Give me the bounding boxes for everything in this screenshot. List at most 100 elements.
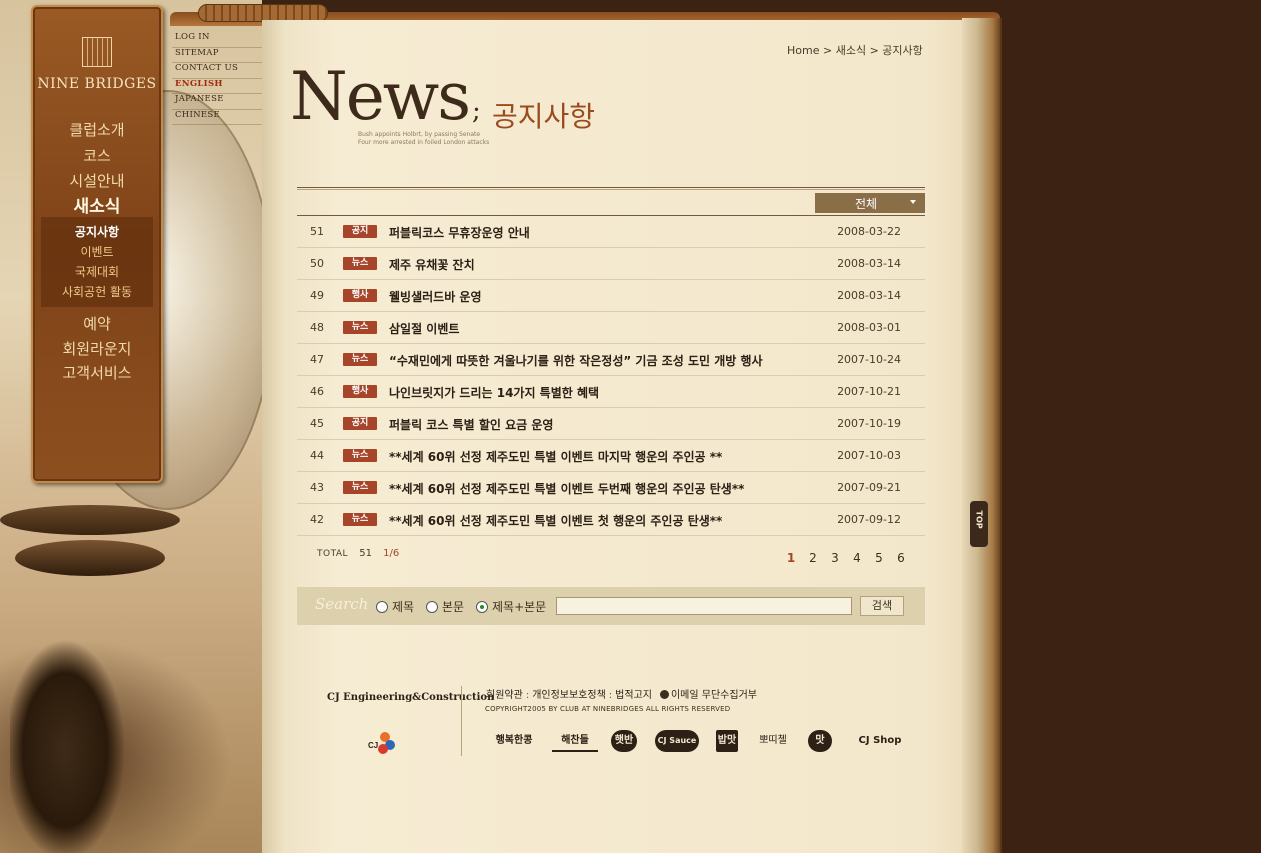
radio-label: 제목+본문 (492, 600, 547, 614)
breadcrumb-separator: > (869, 44, 879, 57)
radio-label: 본문 (442, 600, 465, 614)
sitemap-link[interactable]: SITEMAP (172, 48, 262, 63)
news-row[interactable]: 47 뉴스 “수재민에게 따뜻한 겨울나기를 위한 작은정성” 기금 조성 도민 개… (297, 344, 925, 376)
news-row[interactable]: 50 뉴스 제주 유채꽃 잔치 2008-03-14 (297, 248, 925, 280)
scroll-top-button[interactable]: TOP (970, 501, 988, 547)
terms-link[interactable]: 회원약관 (486, 690, 523, 701)
news-title-link[interactable]: 퍼블릭 코스 특별 할인 요금 운영 (389, 416, 553, 433)
company-logo: CJ Engineering&Construction (327, 692, 495, 703)
news-title-link[interactable]: **세계 60위 선정 제주도민 특별 이벤트 첫 행운의 주인공 탄생** (389, 512, 722, 529)
news-type-badge: 공지 (343, 225, 377, 238)
nav-item-club-intro[interactable]: 클럽소개 (33, 119, 161, 140)
nav-item-facilities[interactable]: 시설안내 (33, 170, 161, 191)
news-title-link[interactable]: “수재민에게 따뜻한 겨울나기를 위한 작은정성” 기금 조성 도민 개방 행사 (389, 352, 763, 369)
subnav-item-social[interactable]: 사회공헌 활동 (33, 283, 161, 300)
top-button-label: TOP (974, 510, 984, 529)
news-row[interactable]: 51 공지 퍼블릭코스 무휴장운영 안내 2008-03-22 (297, 216, 925, 248)
search-option-body[interactable]: 본문 (426, 598, 464, 615)
brand-logo[interactable]: CJ Shop (850, 730, 910, 752)
total-number: 51 (359, 548, 372, 559)
page-link[interactable]: 6 (890, 551, 912, 565)
search-input[interactable] (556, 597, 852, 615)
news-row[interactable]: 49 행사 웰빙샐러드바 운영 2008-03-14 (297, 280, 925, 312)
news-title-link[interactable]: **세계 60위 선정 제주도민 특별 이벤트 두번째 행운의 주인공 탄생** (389, 480, 744, 497)
news-date: 2008-03-01 (837, 321, 901, 334)
breadcrumb-separator: > (822, 44, 833, 57)
subnav-item-event[interactable]: 이벤트 (33, 243, 161, 260)
search-option-title-body[interactable]: 제목+본문 (476, 598, 546, 615)
brand-logo[interactable]: 뽀띠첼 (756, 730, 790, 752)
page-link[interactable]: 2 (802, 551, 824, 565)
radio-button-selected (476, 601, 488, 613)
japanese-link[interactable]: JAPANESE (172, 94, 262, 110)
page-link[interactable]: 5 (868, 551, 890, 565)
news-row[interactable]: 48 뉴스 삼일절 이벤트 2008-03-01 (297, 312, 925, 344)
brand-logo[interactable]: 햇반 (611, 730, 637, 752)
subnav-item-notice[interactable]: 공지사항 (33, 223, 161, 240)
news-title-link[interactable]: 삼일절 이벤트 (389, 320, 459, 337)
contact-link[interactable]: CONTACT US (172, 63, 262, 79)
nav-item-customer-service[interactable]: 고객서비스 (33, 362, 161, 383)
privacy-link[interactable]: 개인정보보호정책 (532, 690, 606, 701)
list-top-rule (297, 187, 925, 190)
news-row[interactable]: 46 행사 나인브릿지가 드리는 14가지 특별한 혜택 2007-10-21 (297, 376, 925, 408)
news-number: 45 (310, 417, 324, 430)
category-select[interactable]: 전체 (815, 193, 925, 213)
news-row[interactable]: 45 공지 퍼블릭 코스 특별 할인 요금 운영 2007-10-19 (297, 408, 925, 440)
news-row[interactable]: 42 뉴스 **세계 60위 선정 제주도민 특별 이벤트 첫 행운의 주인공 탄생… (297, 504, 925, 536)
brand-logo[interactable]: 밥맛 (716, 730, 738, 752)
book-page-edge (962, 18, 1002, 853)
login-link[interactable]: LOG IN (172, 32, 262, 48)
brand-logo[interactable]: 맛 (808, 730, 832, 752)
brand-logo[interactable]: CJ Sauce (655, 730, 699, 752)
search-bar: Search 제목 본문 제목+본문 검색 (297, 587, 925, 625)
link-separator: : (525, 690, 530, 701)
breadcrumb-section[interactable]: 새소식 (836, 44, 866, 57)
news-type-badge: 뉴스 (343, 353, 377, 366)
email-policy-link[interactable]: 이메일 무단수집거부 (671, 690, 757, 701)
stair-illustration (15, 540, 165, 576)
news-row[interactable]: 43 뉴스 **세계 60위 선정 제주도민 특별 이벤트 두번째 행운의 주인공 … (297, 472, 925, 504)
email-block-icon (659, 690, 669, 699)
english-link[interactable]: ENGLISH (172, 79, 262, 94)
page-link[interactable]: 1 (780, 551, 802, 565)
subnav-item-tournament[interactable]: 국제대회 (33, 263, 161, 280)
breadcrumb-home[interactable]: Home (787, 44, 819, 57)
logo[interactable]: NINE BRIDGES (33, 37, 161, 92)
search-button[interactable]: 검색 (860, 596, 904, 616)
page-link[interactable]: 4 (846, 551, 868, 565)
news-number: 48 (310, 321, 324, 334)
news-number: 51 (310, 225, 324, 238)
chinese-link[interactable]: CHINESE (172, 110, 262, 125)
news-row[interactable]: 44 뉴스 **세계 60위 선정 제주도민 특별 이벤트 마지막 행운의 주인공 … (297, 440, 925, 472)
breadcrumb-current: 공지사항 (882, 44, 923, 57)
news-title-link[interactable]: 퍼블릭코스 무휴장운영 안내 (389, 224, 530, 241)
nav-item-member-lounge[interactable]: 회원라운지 (33, 338, 161, 359)
nav-item-reservation[interactable]: 예약 (33, 313, 161, 334)
utility-links: LOG IN SITEMAP CONTACT US ENGLISH JAPANE… (172, 32, 262, 125)
nav-item-course[interactable]: 코스 (33, 145, 161, 166)
brand-logos: 행복한콩 해찬들 햇반 CJ Sauce 밥맛 뽀띠첼 맛 CJ Shop (488, 726, 918, 754)
page-title-separator: ; (472, 96, 481, 126)
footer-links: 회원약관: 개인정보보호정책: 법적고지 이메일 무단수집거부 (486, 686, 757, 701)
search-label: Search (315, 595, 369, 613)
news-title-link[interactable]: **세계 60위 선정 제주도민 특별 이벤트 마지막 행운의 주인공 ** (389, 448, 722, 465)
legal-link[interactable]: 법적고지 (615, 690, 652, 701)
radio-label: 제목 (392, 600, 415, 614)
news-title-link[interactable]: 나인브릿지가 드리는 14가지 특별한 혜택 (389, 384, 599, 401)
total-count: TOTAL 51 1/6 (317, 548, 399, 559)
news-type-badge: 행사 (343, 385, 377, 398)
news-title-link[interactable]: 제주 유채꽃 잔치 (389, 256, 475, 273)
news-title-link[interactable]: 웰빙샐러드바 운영 (389, 288, 482, 305)
brand-logo[interactable]: 해찬들 (552, 730, 598, 752)
news-type-badge: 뉴스 (343, 481, 377, 494)
news-date: 2007-10-24 (837, 353, 901, 366)
bridge-logo-icon (82, 37, 112, 67)
page-link[interactable]: 3 (824, 551, 846, 565)
nav-item-news[interactable]: 새소식 (33, 192, 161, 217)
statue-illustration (10, 640, 130, 853)
news-number: 49 (310, 289, 324, 302)
news-list: 51 공지 퍼블릭코스 무휴장운영 안내 2008-03-22 50 뉴스 제주 유채꽃 잔… (297, 216, 925, 536)
search-option-title[interactable]: 제목 (376, 598, 414, 615)
brand-logo[interactable]: 행복한콩 (488, 730, 540, 752)
